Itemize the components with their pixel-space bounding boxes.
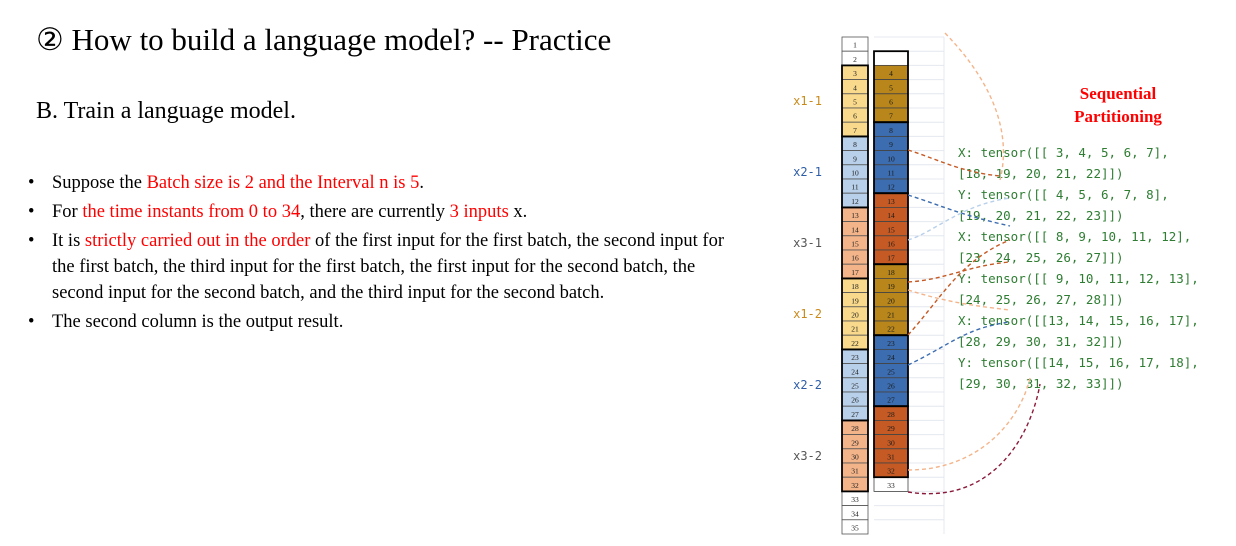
- input-cell-number: 35: [851, 524, 859, 533]
- output-cell-number: 33: [887, 481, 895, 490]
- tensor-line: X: tensor([[13, 14, 15, 16, 17],: [958, 313, 1199, 328]
- input-cell-number: 16: [851, 254, 859, 263]
- sequential-partitioning-diagram: 1234567891011121314151617181920212223242…: [793, 32, 1199, 535]
- tensor-line: Y: tensor([[14, 15, 16, 17, 18],: [958, 355, 1199, 370]
- tensor-line: [29, 30, 31, 32, 33]]): [958, 376, 1124, 391]
- tensor-line: [23, 24, 25, 26, 27]]): [958, 250, 1124, 265]
- output-cell-number: 10: [887, 154, 895, 163]
- input-cell-number: 22: [851, 339, 859, 348]
- input-cell-number: 24: [851, 367, 859, 376]
- output-cell-number: 29: [887, 424, 895, 433]
- output-cell-number: 21: [887, 311, 895, 320]
- input-cell-number: 3: [853, 69, 857, 78]
- output-cell-number: 22: [887, 325, 895, 334]
- input-cell-number: 4: [853, 83, 857, 92]
- output-cell-number: 32: [887, 467, 895, 476]
- output-cell-number: 6: [889, 98, 893, 107]
- group-label: x1-1: [793, 94, 822, 108]
- input-cell-number: 12: [851, 197, 859, 206]
- input-cell-number: 9: [853, 154, 857, 163]
- input-cell-number: 30: [851, 453, 859, 462]
- output-cell-number: 31: [887, 453, 895, 462]
- input-cell-number: 28: [851, 424, 859, 433]
- output-cell-number: 24: [887, 353, 895, 362]
- output-cell-number: 16: [887, 240, 895, 249]
- input-cell-number: 17: [851, 268, 859, 277]
- group-label: x3-2: [793, 449, 822, 463]
- input-cell-number: 32: [851, 481, 859, 490]
- input-cell-number: 29: [851, 438, 859, 447]
- output-cell-number: 8: [889, 126, 893, 135]
- output-cell-number: 13: [887, 197, 895, 206]
- input-cell-number: 18: [851, 282, 859, 291]
- input-cell-number: 8: [853, 140, 857, 149]
- input-cell-number: 19: [851, 296, 859, 305]
- input-cell-number: 5: [853, 98, 857, 107]
- input-cell-number: 13: [851, 211, 859, 220]
- tensor-line: X: tensor([[ 8, 9, 10, 11, 12],: [958, 229, 1191, 244]
- input-cell-number: 6: [853, 112, 857, 121]
- output-cell-number: 18: [887, 268, 895, 277]
- output-cell-number: 15: [887, 225, 895, 234]
- output-cell-number: 14: [887, 211, 895, 220]
- output-cell-number: 5: [889, 83, 893, 92]
- output-cell-number: 25: [887, 367, 895, 376]
- input-cell-number: 25: [851, 382, 859, 391]
- output-cell-number: 17: [887, 254, 895, 263]
- input-cell-number: 23: [851, 353, 859, 362]
- output-cell-number: 26: [887, 382, 895, 391]
- output-cell-number: 9: [889, 140, 893, 149]
- input-cell-number: 7: [853, 126, 857, 135]
- input-cell-number: 21: [851, 325, 859, 334]
- output-cell-number: 27: [887, 396, 895, 405]
- output-cell-number: 30: [887, 438, 895, 447]
- input-cell-number: 26: [851, 396, 859, 405]
- group-label: x2-2: [793, 378, 822, 392]
- input-cell-number: 33: [851, 495, 859, 504]
- tensor-line: [24, 25, 26, 27, 28]]): [958, 292, 1124, 307]
- input-cell-number: 2: [853, 55, 857, 64]
- output-cell-number: 20: [887, 296, 895, 305]
- output-cell-number: 4: [889, 69, 893, 78]
- diagram-heading: Partitioning: [1074, 107, 1162, 126]
- input-cell-number: 14: [851, 225, 859, 234]
- input-cell-number: 27: [851, 410, 859, 419]
- output-cell-number: 19: [887, 282, 895, 291]
- group-label: x3-1: [793, 236, 822, 250]
- tensor-line: [28, 29, 30, 31, 32]]): [958, 334, 1124, 349]
- output-cell-number: 28: [887, 410, 895, 419]
- tensor-line: X: tensor([[ 3, 4, 5, 6, 7],: [958, 145, 1169, 160]
- input-cell-number: 11: [851, 183, 858, 192]
- input-cell-number: 10: [851, 169, 859, 178]
- input-cell-number: 34: [851, 509, 859, 518]
- output-cell-number: 23: [887, 339, 895, 348]
- output-cell-number: 12: [887, 183, 895, 192]
- tensor-line: Y: tensor([[ 4, 5, 6, 7, 8],: [958, 187, 1169, 202]
- input-cell-number: 1: [853, 41, 857, 50]
- output-cell-number: 11: [887, 169, 894, 178]
- tensor-line: [19, 20, 21, 22, 23]]): [958, 208, 1124, 223]
- tensor-line: Y: tensor([[ 9, 10, 11, 12, 13],: [958, 271, 1199, 286]
- diagram-heading: Sequential: [1080, 84, 1157, 103]
- input-cell-number: 15: [851, 240, 859, 249]
- input-cell-number: 20: [851, 311, 859, 320]
- output-cell-number: 7: [889, 112, 893, 121]
- group-label: x1-2: [793, 307, 822, 321]
- input-cell-number: 31: [851, 467, 859, 476]
- group-label: x2-1: [793, 165, 822, 179]
